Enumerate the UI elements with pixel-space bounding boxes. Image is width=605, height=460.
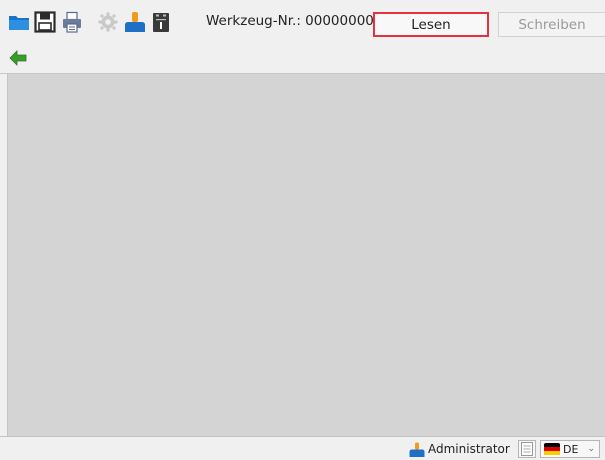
status-bar	[0, 436, 605, 460]
user-label: Administrator	[428, 442, 510, 456]
device-icon	[153, 13, 169, 32]
settings-icon	[98, 12, 118, 32]
user-icon	[409, 442, 425, 457]
read-button[interactable]: Lesen	[373, 12, 489, 37]
save-button[interactable]	[34, 11, 56, 33]
arrow-left-icon	[9, 50, 27, 66]
device-button[interactable]	[150, 11, 172, 33]
tool-number-label: Werkzeug-Nr.: 00000000	[206, 13, 374, 29]
user-icon	[125, 12, 145, 32]
current-user: Administrator	[409, 441, 510, 457]
chevron-down-icon: ⌄	[587, 444, 595, 454]
open-folder-button[interactable]	[8, 11, 30, 33]
germany-flag-icon	[544, 443, 560, 455]
navigation-bar	[0, 44, 605, 74]
user-button[interactable]	[124, 11, 146, 33]
toolbar: Werkzeug-Nr.: 00000000 Lesen Schreiben	[0, 0, 605, 44]
back-button[interactable]	[9, 49, 27, 67]
content-area	[7, 74, 605, 436]
write-button[interactable]: Schreiben	[498, 12, 605, 37]
document-icon	[521, 442, 533, 456]
log-document-button[interactable]	[518, 440, 536, 458]
print-icon	[63, 11, 81, 33]
open-folder-icon	[9, 16, 29, 30]
language-label: DE	[563, 442, 579, 456]
save-icon	[34, 11, 56, 33]
settings-button[interactable]	[97, 11, 119, 33]
language-select[interactable]: DE ⌄	[540, 440, 600, 458]
print-button[interactable]	[61, 11, 83, 33]
